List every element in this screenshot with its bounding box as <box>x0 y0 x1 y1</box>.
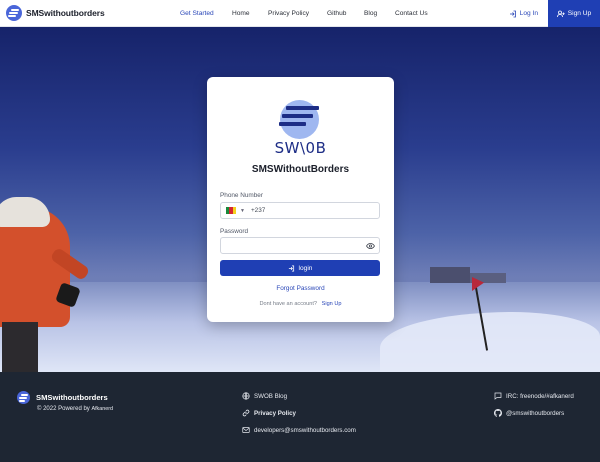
chat-icon <box>494 392 502 400</box>
github-icon <box>494 409 502 417</box>
copyright-text: © 2022 Powered by <box>37 406 90 412</box>
nav-link-get-started[interactable]: Get Started <box>180 10 232 17</box>
copyright: © 2022 Powered by Afkanerd <box>37 406 113 412</box>
footer-github-link[interactable]: @smswithoutborders <box>494 409 564 417</box>
swob-logo-bar <box>282 114 313 118</box>
login-link[interactable]: Log In <box>509 10 538 18</box>
footer-email-label: developers@smswithoutborders.com <box>254 426 356 434</box>
signup-button[interactable]: Sign Up <box>548 0 600 27</box>
add-user-icon <box>556 10 565 17</box>
nav-links: Get Started Home Privacy Policy Github B… <box>180 10 428 17</box>
copyright-org[interactable]: Afkanerd <box>91 406 113 412</box>
footer-brand-name: SMSwithoutborders <box>36 393 108 402</box>
person-in-red-jacket <box>0 197 91 372</box>
nav-link-contact-us[interactable]: Contact Us <box>395 10 428 17</box>
footer-irc-link[interactable]: IRC: freenode/#afkanerd <box>494 392 574 400</box>
no-account-label: Dont have an account? <box>259 301 318 307</box>
nav-auth: Log In Sign Up <box>509 0 600 27</box>
footer-privacy-link[interactable]: Privacy Policy <box>242 409 296 417</box>
no-account-text: Dont have an account? Sign Up <box>207 301 394 307</box>
footer-privacy-label: Privacy Policy <box>254 409 296 417</box>
mail-icon <box>242 427 250 433</box>
footer-github-label: @smswithoutborders <box>506 409 565 417</box>
brand-name: SMSwithoutborders <box>26 8 105 18</box>
link-icon <box>242 409 250 417</box>
nav-link-blog[interactable]: Blog <box>364 10 395 17</box>
login-button[interactable]: login <box>220 260 380 276</box>
phone-number-field[interactable]: ▼ +237 <box>220 202 380 219</box>
password-label: Password <box>220 228 249 235</box>
nav-link-home[interactable]: Home <box>232 10 268 17</box>
forgot-password-link[interactable]: Forgot Password <box>207 285 394 292</box>
signup-label: Sign Up <box>567 10 592 17</box>
footer-brand[interactable]: SMSwithoutborders <box>17 391 108 404</box>
cameroon-flag-icon[interactable] <box>226 207 236 214</box>
swob-logo-bar <box>286 106 319 110</box>
login-label: Log In <box>519 10 538 17</box>
login-icon <box>288 264 294 272</box>
brand[interactable]: SMSwithoutborders <box>0 5 170 21</box>
password-field[interactable] <box>220 237 380 254</box>
distant-building <box>430 267 470 283</box>
eye-icon[interactable] <box>366 242 375 250</box>
footer-blog-link[interactable]: SWOB Blog <box>242 392 287 400</box>
phone-number-input[interactable]: +237 <box>251 207 265 214</box>
footer-irc-label: IRC: freenode/#afkanerd <box>506 392 574 400</box>
swob-logo-text: SW\0B <box>274 139 327 157</box>
signup-link[interactable]: Sign Up <box>322 301 342 307</box>
card-title: SMSWithoutBorders <box>251 164 350 175</box>
globe-icon <box>242 392 250 400</box>
login-button-label: login <box>298 264 313 272</box>
nav-link-privacy-policy[interactable]: Privacy Policy <box>268 10 327 17</box>
login-icon <box>509 10 516 17</box>
footer-blog-label: SWOB Blog <box>254 392 288 400</box>
nav-link-github[interactable]: Github <box>327 10 364 17</box>
footer: SMSwithoutborders © 2022 Powered by Afka… <box>0 372 600 462</box>
swob-logo-icon <box>17 391 30 404</box>
swob-logo-icon <box>6 5 22 21</box>
top-navbar: SMSwithoutborders Get Started Home Priva… <box>0 0 600 27</box>
phone-number-label: Phone Number <box>220 192 263 199</box>
chevron-down-icon[interactable]: ▼ <box>240 208 245 214</box>
footer-email-link[interactable]: developers@smswithoutborders.com <box>242 426 356 434</box>
swob-logo-bar <box>279 122 306 126</box>
